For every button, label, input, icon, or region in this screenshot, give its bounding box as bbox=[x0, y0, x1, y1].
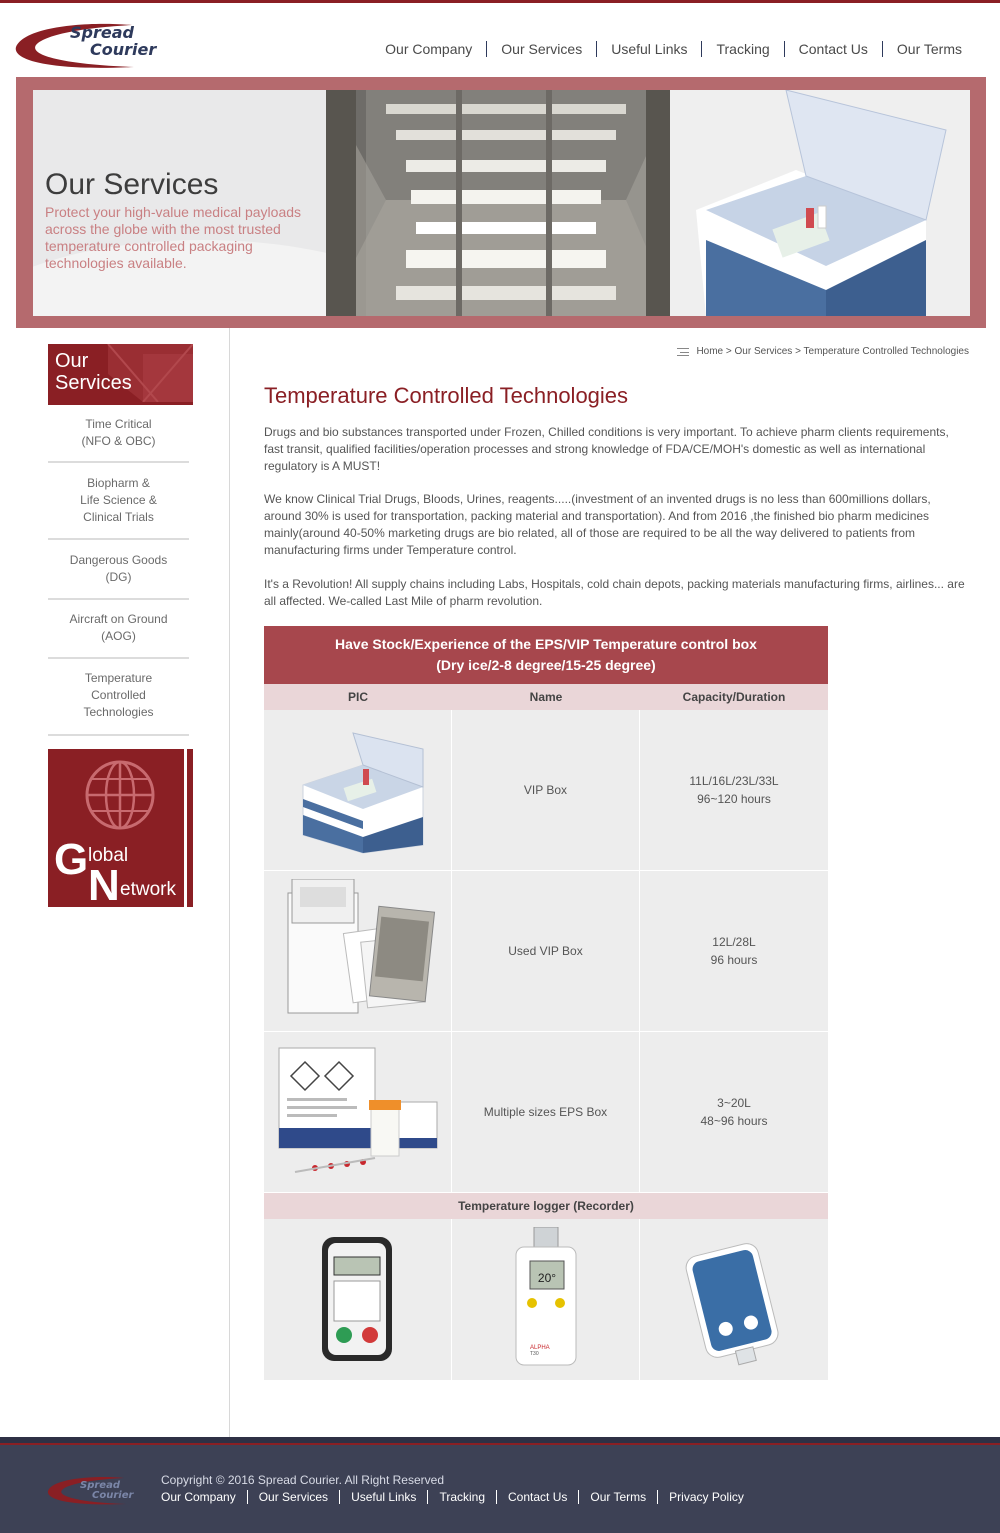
menu-lines-icon bbox=[677, 347, 690, 356]
header: Spread Courier Our Company Our Services … bbox=[0, 3, 1000, 77]
table-cell-capacity: 12L/28L 96 hours bbox=[710, 935, 758, 967]
table-cell-pic bbox=[264, 710, 452, 870]
products-table: Have Stock/Experience of the EPS/VIP Tem… bbox=[264, 626, 828, 1380]
temperature-logger-3-image bbox=[685, 1242, 779, 1365]
banner-title: Our Services bbox=[45, 168, 219, 201]
table-header-line2: (Dry ice/2-8 degree/15-25 degree) bbox=[436, 657, 656, 673]
table-header: Have Stock/Experience of the EPS/VIP Tem… bbox=[264, 626, 828, 684]
footer-link-contact-us[interactable]: Contact Us bbox=[496, 1490, 578, 1504]
global-letter-n: N bbox=[88, 861, 120, 907]
hero-banner: Our Services Protect your high-value med… bbox=[16, 77, 986, 328]
table-cell-name: Used VIP Box bbox=[452, 871, 640, 1031]
eps-box-image bbox=[278, 1047, 437, 1173]
nav-our-services[interactable]: Our Services bbox=[486, 41, 596, 57]
paragraph-3: It's a Revolution! All supply chains inc… bbox=[264, 577, 965, 608]
breadcrumb: Home > Our Services > Temperature Contro… bbox=[677, 346, 969, 357]
banner-subtitle: Protect your high-value medical payloads… bbox=[45, 204, 302, 271]
logger-2-display: 20° bbox=[537, 1271, 555, 1285]
nav-our-company[interactable]: Our Company bbox=[371, 41, 486, 57]
footer-link-our-terms[interactable]: Our Terms bbox=[578, 1490, 657, 1504]
sidebar-item-biopharm[interactable]: Biopharm & Life Science & Clinical Trial… bbox=[48, 463, 189, 540]
paragraph-1: Drugs and bio substances transported und… bbox=[264, 425, 949, 473]
logger-image-2: 20° ALPHA T30 bbox=[452, 1219, 640, 1380]
hero-banner-inner: Our Services Protect your high-value med… bbox=[33, 90, 970, 316]
sidebar-item-temperature-controlled[interactable]: Temperature Controlled Technologies bbox=[48, 659, 189, 736]
logger-image-1 bbox=[264, 1219, 452, 1380]
global-word-etwork: etwork bbox=[120, 879, 176, 900]
table-column-headers: PIC Name Capacity/Duration bbox=[264, 684, 828, 710]
sidebar-title-line1: Our bbox=[55, 350, 89, 372]
table-row-loggers: 20° ALPHA T30 bbox=[264, 1219, 828, 1380]
table-cell-name: VIP Box bbox=[452, 710, 640, 870]
nav-useful-links[interactable]: Useful Links bbox=[596, 41, 701, 57]
column-header-capacity: Capacity/Duration bbox=[682, 690, 786, 704]
paragraph-2: We know Clinical Trial Drugs, Bloods, Ur… bbox=[264, 492, 931, 557]
table-cell-name: Multiple sizes EPS Box bbox=[452, 1032, 640, 1192]
logo[interactable]: Spread Courier bbox=[14, 13, 157, 69]
footer-nav: Our Company Our Services Useful Links Tr… bbox=[161, 1490, 755, 1504]
nav-contact-us[interactable]: Contact Us bbox=[783, 41, 882, 57]
copyright-text: Copyright © 2016 Spread Courier. All Rig… bbox=[161, 1473, 444, 1487]
global-letter-g: G bbox=[54, 835, 89, 884]
temperature-logger-1-image bbox=[321, 1236, 392, 1361]
nav-tracking[interactable]: Tracking bbox=[701, 41, 783, 57]
main-nav: Our Company Our Services Useful Links Tr… bbox=[371, 41, 962, 57]
sidebar-title-box: Our Services bbox=[48, 344, 193, 402]
sidebar-item-time-critical[interactable]: Time Critical (NFO & OBC) bbox=[48, 408, 189, 463]
breadcrumb-text[interactable]: Home > Our Services > Temperature Contro… bbox=[696, 346, 969, 357]
sidebar-item-aog[interactable]: Aircraft on Ground (AOG) bbox=[48, 600, 189, 659]
footer-link-our-company[interactable]: Our Company bbox=[161, 1490, 247, 1504]
temperature-logger-2-image: 20° ALPHA T30 bbox=[515, 1227, 576, 1366]
table-cell-capacity: 3~20L 48~96 hours bbox=[700, 1096, 768, 1128]
footer-link-our-services[interactable]: Our Services bbox=[246, 1490, 339, 1504]
logger-2-model: T30 bbox=[530, 1351, 539, 1357]
sidebar-item-dangerous-goods[interactable]: Dangerous Goods (DG) bbox=[48, 540, 189, 600]
footer-link-useful-links[interactable]: Useful Links bbox=[339, 1490, 427, 1504]
footer-logo[interactable]: Spread Courier bbox=[46, 1475, 136, 1505]
footer-link-tracking[interactable]: Tracking bbox=[427, 1490, 496, 1504]
banner-photo bbox=[326, 90, 970, 316]
table-header-line1: Have Stock/Experience of the EPS/VIP Tem… bbox=[335, 636, 757, 652]
logger-image-3 bbox=[640, 1219, 828, 1380]
used-vip-box-image bbox=[287, 878, 435, 1013]
sidebar-title-underline bbox=[48, 402, 193, 405]
sidebar-title-line2: Services bbox=[55, 372, 132, 394]
logo-text-courier: Courier bbox=[90, 40, 157, 59]
page-title: Temperature Controlled Technologies bbox=[264, 383, 629, 408]
footer-top-line bbox=[0, 1437, 1000, 1445]
footer-logo-courier: Courier bbox=[92, 1490, 134, 1501]
footer-link-privacy-policy[interactable]: Privacy Policy bbox=[657, 1490, 755, 1504]
vip-box-image bbox=[302, 732, 423, 854]
table-row: Used VIP Box 12L/28L 96 hours bbox=[264, 871, 828, 1032]
left-sidebar: Our Services Time Critical (NFO & OBC) B… bbox=[0, 328, 230, 1438]
table-row: VIP Box 11L/16L/23L/33L 96~120 hours bbox=[264, 710, 828, 871]
table-cell-pic bbox=[264, 1032, 452, 1192]
sidebar-title: Our Services bbox=[55, 350, 132, 394]
column-header-name: Name bbox=[529, 690, 563, 704]
table-row: Multiple sizes EPS Box 3~20L 48~96 hours bbox=[264, 1032, 828, 1193]
table-subheader-logger: Temperature logger (Recorder) bbox=[264, 1193, 828, 1219]
global-network-banner[interactable]: G lobal N etwork bbox=[48, 749, 193, 907]
table-cell-capacity: 11L/16L/23L/33L 96~120 hours bbox=[689, 774, 779, 806]
table-cell-pic bbox=[264, 871, 452, 1031]
footer: Spread Courier Copyright © 2016 Spread C… bbox=[0, 1437, 1000, 1533]
sidebar-menu: Time Critical (NFO & OBC) Biopharm & Lif… bbox=[48, 408, 189, 736]
nav-our-terms[interactable]: Our Terms bbox=[881, 41, 962, 57]
column-header-pic: PIC bbox=[347, 690, 368, 704]
